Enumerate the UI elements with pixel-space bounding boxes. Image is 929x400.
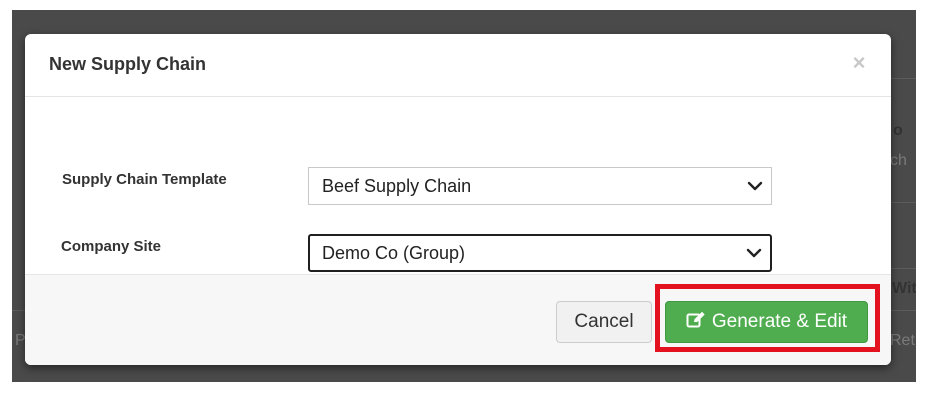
modal-title: New Supply Chain (49, 54, 207, 74)
supply-chain-template-select[interactable]: Beef Supply Chain (308, 167, 772, 205)
chevron-down-icon (746, 248, 762, 258)
background-text: o (893, 122, 903, 139)
background-divider (890, 78, 916, 79)
modal-header: New Supply Chain × (25, 34, 891, 97)
modal-body: Supply Chain Template Beef Supply Chain … (25, 97, 891, 273)
company-site-value: Demo Co (Group) (322, 243, 466, 263)
cancel-button[interactable]: Cancel (556, 301, 652, 343)
company-site-select[interactable]: Demo Co (Group) (308, 234, 772, 272)
background-divider (890, 268, 916, 269)
background-text: ch (890, 152, 907, 169)
highlight-annotation (655, 284, 880, 352)
background-text: Wit (892, 280, 916, 297)
background-text: Ret (890, 332, 915, 349)
supply-chain-template-value: Beef Supply Chain (322, 176, 472, 196)
company-site-label: Company Site (61, 238, 162, 255)
chevron-down-icon (747, 181, 763, 191)
background-divider (890, 202, 916, 203)
supply-chain-template-label: Supply Chain Template (62, 171, 227, 188)
close-icon[interactable]: × (848, 52, 870, 74)
